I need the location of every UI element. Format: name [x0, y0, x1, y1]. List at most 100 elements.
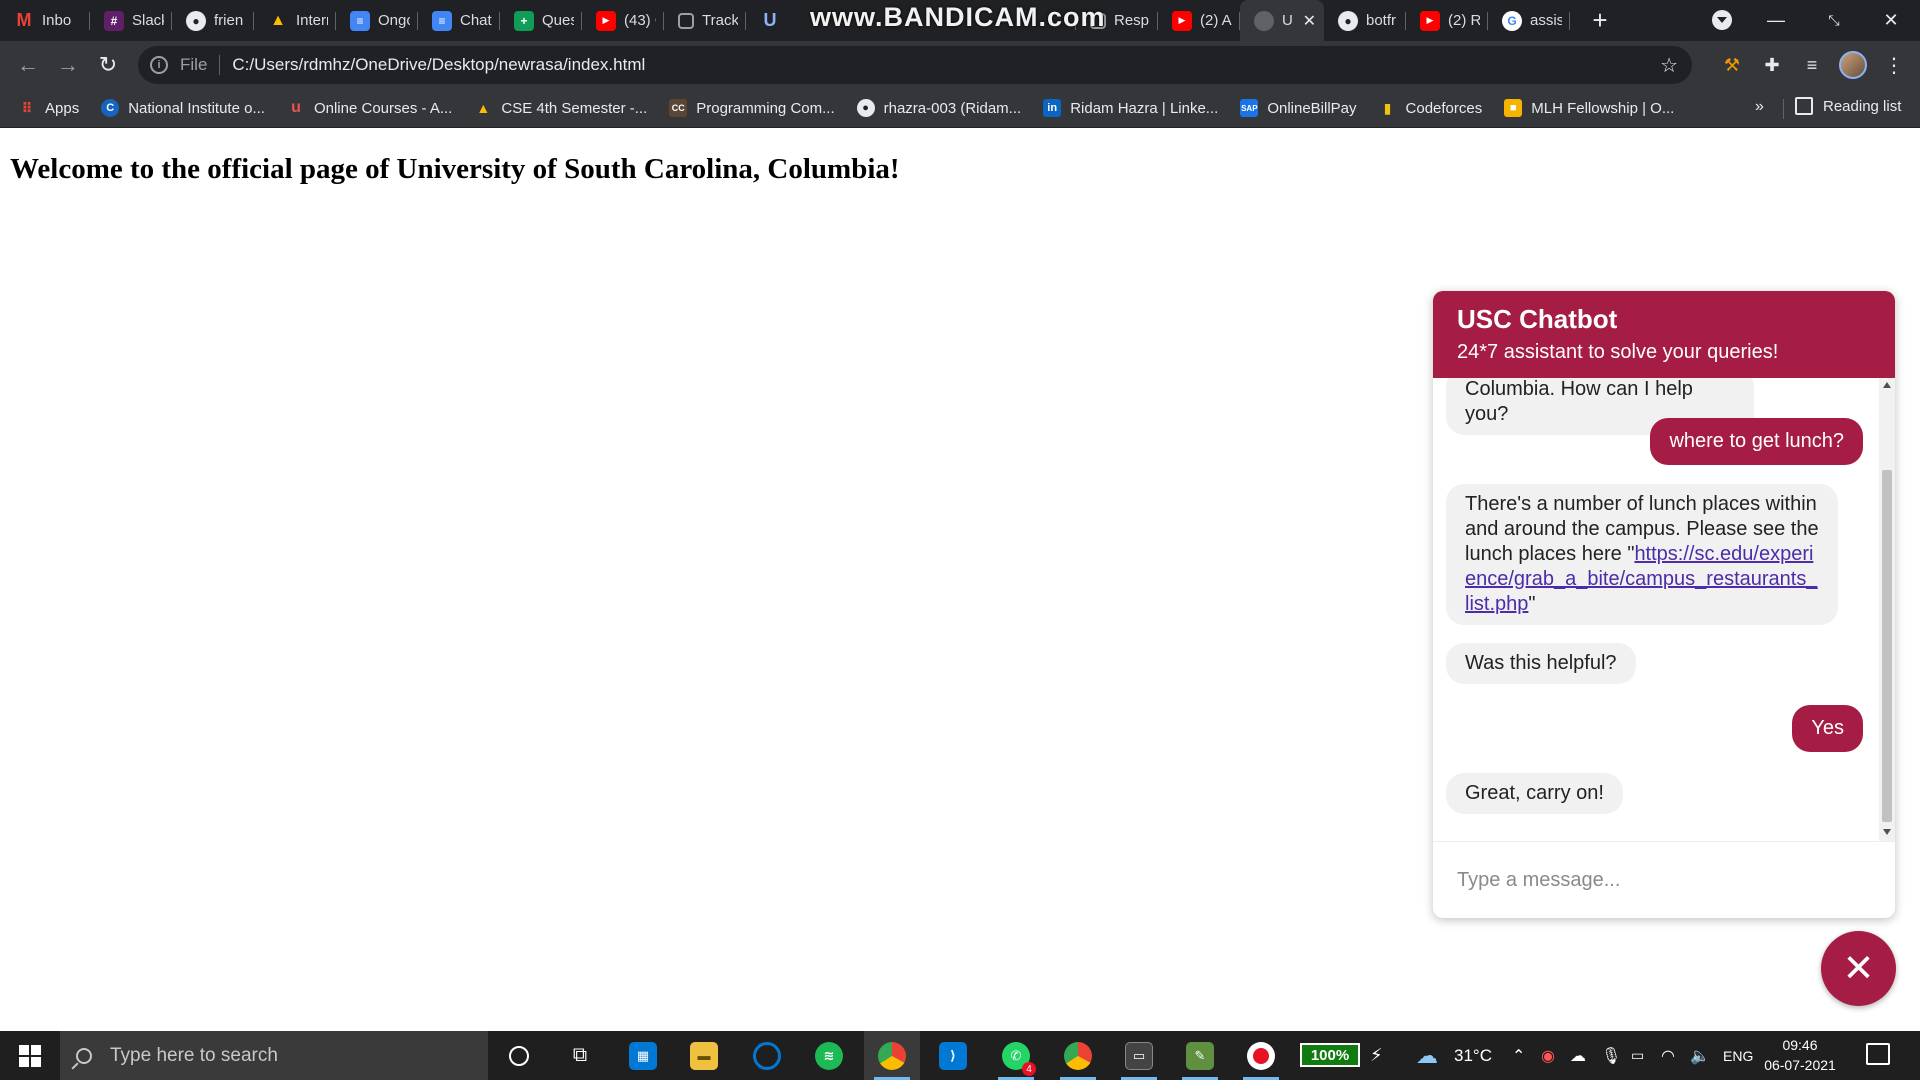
address-url[interactable]: C:/Users/rdmhz/OneDrive/Desktop/newrasa/…	[232, 55, 645, 75]
bookmark-cse-semester[interactable]: ▲ CSE 4th Semester -...	[474, 99, 647, 117]
taskbar-bandicam[interactable]	[1233, 1031, 1289, 1080]
chatbot-widget: USC Chatbot 24*7 assistant to solve your…	[1433, 291, 1895, 918]
address-scheme: File	[180, 55, 208, 74]
youtube-icon: ▶	[1420, 10, 1440, 31]
tab-sheets[interactable]: +Ques	[500, 0, 582, 41]
github-icon: ●	[186, 10, 206, 31]
drive-icon: ▲	[476, 100, 491, 116]
tab-search-button[interactable]	[1712, 10, 1732, 30]
media-control-icon[interactable]: ≡	[1797, 50, 1827, 80]
taskbar-store[interactable]: ▦	[615, 1031, 671, 1080]
codeforces-icon: ▮	[1383, 99, 1392, 116]
circle-app-icon	[753, 1041, 781, 1070]
arrow-left-icon: ←	[17, 52, 39, 77]
taskbar-chrome-2[interactable]	[1050, 1031, 1106, 1080]
notification-badge: 4	[1022, 1062, 1036, 1076]
bookmark-codeforces[interactable]: ▮ Codeforces	[1379, 99, 1483, 117]
taskbar-chrome[interactable]	[864, 1031, 920, 1080]
start-button[interactable]	[0, 1031, 60, 1080]
spotify-icon: ≋	[815, 1041, 843, 1070]
record-icon	[1247, 1041, 1275, 1070]
chat-scrollbar[interactable]	[1879, 378, 1895, 841]
windows-logo-icon	[19, 1044, 41, 1067]
bookmark-online-courses[interactable]: u Online Courses - A...	[287, 99, 452, 117]
task-view-button[interactable]: ⧉	[552, 1031, 608, 1080]
arrow-right-icon: →	[57, 52, 79, 77]
bookmark-mlh[interactable]: ■ MLH Fellowship | O...	[1504, 99, 1674, 117]
bookmarks-bar: ⠿ Apps C National Institute o... u Online C…	[0, 89, 1920, 128]
message-input[interactable]	[1457, 868, 1871, 892]
tab-active[interactable]: U ✕	[1240, 0, 1324, 41]
scroll-thumb[interactable]	[1882, 470, 1892, 822]
bookmark-star-icon[interactable]: ☆	[1660, 53, 1678, 78]
bookmark-programming-com[interactable]: CC Programming Com...	[669, 99, 835, 117]
globe-icon	[1254, 10, 1274, 31]
tab-slack[interactable]: #Slack	[90, 0, 172, 41]
bot-message: There's a number of lunch places within …	[1446, 484, 1838, 625]
youtube-icon: ▶	[596, 10, 616, 31]
sap-icon: SAP	[1240, 99, 1259, 117]
minimize-button[interactable]: —	[1747, 0, 1805, 41]
scroll-up-arrow-icon[interactable]	[1883, 382, 1891, 388]
bookmarks-overflow-icon[interactable]: »	[1755, 98, 1764, 116]
menu-kebab-icon[interactable]: ⋮	[1879, 50, 1909, 80]
cortana-button[interactable]	[491, 1031, 547, 1080]
new-tab-button[interactable]: +	[1586, 5, 1614, 36]
taskbar-spotify[interactable]: ≋	[801, 1031, 857, 1080]
youtube-icon: ▶	[1172, 10, 1192, 31]
tab-youtube-1[interactable]: ▶(43) C	[582, 0, 664, 41]
browser-toolbar: ← → ↻ i File C:/Users/rdmhz/OneDrive/Des…	[0, 41, 1920, 89]
bandicam-watermark: www.BANDICAM.com	[810, 2, 1106, 32]
extensions-puzzle-icon[interactable]: ✚	[1757, 50, 1787, 80]
bot-message: Was this helpful?	[1446, 643, 1636, 684]
scroll-down-arrow-icon[interactable]	[1883, 829, 1891, 835]
chat-messages[interactable]: Columbia. How can I help you? where to g…	[1433, 378, 1895, 841]
tab-forms-1[interactable]: Track	[664, 0, 746, 41]
taskbar-explorer[interactable]: ▬	[676, 1031, 732, 1080]
tab-docs-1[interactable]: ≡Ongo	[336, 0, 418, 41]
window-close-button[interactable]: ✕	[1862, 0, 1920, 41]
tab-youtube-3[interactable]: ▶ (2) R	[1406, 0, 1488, 41]
taskbar-search[interactable]: Type here to search	[60, 1031, 488, 1080]
bookmark-national-institute[interactable]: C National Institute o...	[101, 99, 265, 117]
bookmark-linkedin[interactable]: in Ridam Hazra | Linke...	[1043, 99, 1218, 117]
taskbar-vscode[interactable]: ⟩	[925, 1031, 981, 1080]
tab-github-2[interactable]: ● botfr	[1324, 0, 1406, 41]
page-heading: Welcome to the official page of Universi…	[10, 153, 900, 185]
tab-gmail[interactable]: M Inbo	[0, 0, 90, 41]
chatbot-close-button[interactable]: ✕	[1821, 931, 1896, 1006]
form-icon	[678, 12, 694, 29]
profile-avatar[interactable]	[1839, 51, 1867, 79]
taskbar-whatsapp[interactable]: ✆ 4	[988, 1031, 1044, 1080]
bookmark-onlinebillpay[interactable]: SAP OnlineBillPay	[1240, 99, 1357, 117]
user-message: where to get lunch?	[1650, 418, 1863, 465]
tab-google[interactable]: Gassis	[1488, 0, 1570, 41]
tab-github[interactable]: ● frien	[172, 0, 254, 41]
folder-icon: ▬	[690, 1041, 718, 1070]
info-icon[interactable]: i	[150, 56, 168, 74]
task-view-icon: ⧉	[572, 1044, 588, 1066]
forward-button[interactable]: →	[50, 47, 86, 83]
restore-button[interactable]: ⤡	[1805, 0, 1863, 41]
taskbar-terminal[interactable]: ▭	[1111, 1031, 1167, 1080]
bookmark-apps[interactable]: ⠿ Apps	[18, 99, 80, 117]
tab-close-icon[interactable]: ✕	[1303, 11, 1316, 31]
chrome-icon	[878, 1041, 906, 1070]
apps-grid-icon: ⠿	[21, 99, 33, 116]
address-bar[interactable]: i File C:/Users/rdmhz/OneDrive/Desktop/n…	[138, 46, 1692, 84]
terminal-icon: ▭	[1125, 1041, 1153, 1070]
back-button[interactable]: ←	[10, 47, 46, 83]
tab-docs-2[interactable]: ≡ Chatl	[418, 0, 500, 41]
tab-drive[interactable]: ▲Intern	[254, 0, 336, 41]
taskbar-search-placeholder: Type here to search	[110, 1044, 278, 1066]
bookmarks-divider	[1783, 99, 1784, 119]
udemy-icon: u	[291, 99, 301, 116]
bookmark-github-rhazra[interactable]: ● rhazra-003 (Ridam...	[856, 99, 1021, 117]
extension-flame-icon[interactable]: ⚒	[1717, 50, 1747, 80]
reload-button[interactable]: ↻	[90, 47, 126, 83]
cortana-icon	[509, 1045, 529, 1066]
tab-youtube-2[interactable]: ▶ (2) A	[1158, 0, 1240, 41]
reading-list-button[interactable]: Reading list	[1795, 97, 1901, 115]
taskbar-notepad[interactable]: ✎	[1172, 1031, 1228, 1080]
taskbar-cortana-app[interactable]	[739, 1031, 795, 1080]
